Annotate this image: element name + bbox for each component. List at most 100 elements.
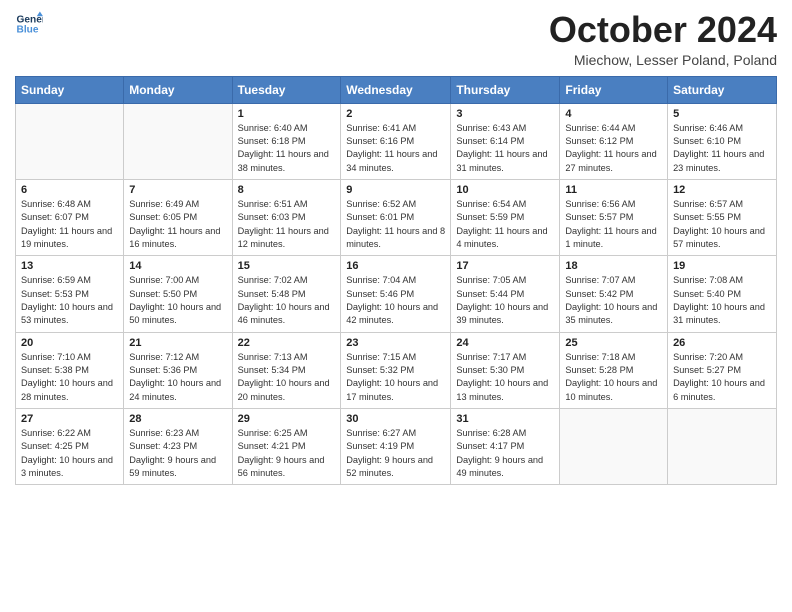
calendar-cell: 1Sunrise: 6:40 AMSunset: 6:18 PMDaylight…	[232, 103, 341, 179]
logo-icon: General Blue	[15, 10, 43, 38]
header: General Blue October 2024 Miechow, Lesse…	[15, 10, 777, 68]
day-info: Sunrise: 7:04 AMSunset: 5:46 PMDaylight:…	[346, 274, 445, 327]
calendar-week-row: 6 Sunrise: 6:48 AMSunset: 6:07 PMDaylight…	[16, 179, 777, 255]
day-info: Sunrise: 6:49 AMSunset: 6:05 PMDaylight:…	[129, 198, 226, 251]
calendar-cell: 28 Sunrise: 6:23 AMSunset: 4:23 PMDayligh…	[124, 409, 232, 485]
day-number: 7	[129, 184, 226, 196]
day-info: Sunrise: 7:20 AMSunset: 5:27 PMDaylight:…	[673, 351, 771, 404]
calendar-cell: 24Sunrise: 7:17 AMSunset: 5:30 PMDayligh…	[451, 332, 560, 408]
logo: General Blue	[15, 10, 43, 38]
calendar-week-row: 27Sunrise: 6:22 AMSunset: 4:25 PMDayligh…	[16, 409, 777, 485]
day-header-sunday: Sunday	[16, 76, 124, 103]
day-info: Sunrise: 6:23 AMSunset: 4:23 PMDaylight:…	[129, 427, 226, 480]
calendar-cell	[124, 103, 232, 179]
calendar-cell: 30Sunrise: 6:27 AMSunset: 4:19 PMDayligh…	[341, 409, 451, 485]
calendar-cell: 16 Sunrise: 7:04 AMSunset: 5:46 PMDayligh…	[341, 256, 451, 332]
day-number: 18	[565, 260, 662, 272]
calendar-cell: 8 Sunrise: 6:51 AMSunset: 6:03 PMDaylight…	[232, 179, 341, 255]
day-header-saturday: Saturday	[668, 76, 777, 103]
day-info: Sunrise: 7:08 AMSunset: 5:40 PMDaylight:…	[673, 274, 771, 327]
calendar-cell	[16, 103, 124, 179]
day-info: Sunrise: 6:27 AMSunset: 4:19 PMDaylight:…	[346, 427, 445, 480]
day-header-monday: Monday	[124, 76, 232, 103]
day-number: 8	[238, 184, 336, 196]
calendar-cell: 21 Sunrise: 7:12 AMSunset: 5:36 PMDayligh…	[124, 332, 232, 408]
day-number: 12	[673, 184, 771, 196]
calendar-cell: 13 Sunrise: 6:59 AMSunset: 5:53 PMDayligh…	[16, 256, 124, 332]
day-number: 22	[238, 337, 336, 349]
calendar-header-row: SundayMondayTuesdayWednesdayThursdayFrid…	[16, 76, 777, 103]
day-header-friday: Friday	[560, 76, 668, 103]
calendar-cell: 4Sunrise: 6:44 AMSunset: 6:12 PMDaylight…	[560, 103, 668, 179]
calendar-cell: 31Sunrise: 6:28 AMSunset: 4:17 PMDayligh…	[451, 409, 560, 485]
calendar-week-row: 20 Sunrise: 7:10 AMSunset: 5:38 PMDayligh…	[16, 332, 777, 408]
day-number: 29	[238, 413, 336, 425]
day-number: 14	[129, 260, 226, 272]
calendar-cell: 15 Sunrise: 7:02 AMSunset: 5:48 PMDayligh…	[232, 256, 341, 332]
day-number: 1	[238, 108, 336, 120]
day-number: 17	[456, 260, 554, 272]
day-number: 5	[673, 108, 771, 120]
day-info: Sunrise: 6:57 AMSunset: 5:55 PMDaylight:…	[673, 198, 771, 251]
day-info: Sunrise: 6:22 AMSunset: 4:25 PMDaylight:…	[21, 427, 118, 480]
page: General Blue October 2024 Miechow, Lesse…	[0, 0, 792, 500]
day-number: 16	[346, 260, 445, 272]
day-info: Sunrise: 6:59 AMSunset: 5:53 PMDaylight:…	[21, 274, 118, 327]
day-number: 2	[346, 108, 445, 120]
calendar-cell: 9Sunrise: 6:52 AMSunset: 6:01 PMDaylight…	[341, 179, 451, 255]
title-block: October 2024 Miechow, Lesser Poland, Pol…	[549, 10, 777, 68]
day-number: 4	[565, 108, 662, 120]
svg-text:Blue: Blue	[17, 25, 39, 36]
day-info: Sunrise: 6:54 AMSunset: 5:59 PMDaylight:…	[456, 198, 554, 251]
day-info: Sunrise: 7:02 AMSunset: 5:48 PMDaylight:…	[238, 274, 336, 327]
day-info: Sunrise: 7:00 AMSunset: 5:50 PMDaylight:…	[129, 274, 226, 327]
calendar-table: SundayMondayTuesdayWednesdayThursdayFrid…	[15, 76, 777, 486]
calendar-cell: 6 Sunrise: 6:48 AMSunset: 6:07 PMDaylight…	[16, 179, 124, 255]
day-number: 26	[673, 337, 771, 349]
calendar-cell: 17Sunrise: 7:05 AMSunset: 5:44 PMDayligh…	[451, 256, 560, 332]
month-title: October 2024	[549, 10, 777, 50]
day-info: Sunrise: 6:56 AMSunset: 5:57 PMDaylight:…	[565, 198, 662, 251]
calendar-cell: 14 Sunrise: 7:00 AMSunset: 5:50 PMDayligh…	[124, 256, 232, 332]
calendar-cell: 12 Sunrise: 6:57 AMSunset: 5:55 PMDayligh…	[668, 179, 777, 255]
calendar-week-row: 1Sunrise: 6:40 AMSunset: 6:18 PMDaylight…	[16, 103, 777, 179]
day-number: 21	[129, 337, 226, 349]
day-info: Sunrise: 7:15 AMSunset: 5:32 PMDaylight:…	[346, 351, 445, 404]
calendar-cell: 5 Sunrise: 6:46 AMSunset: 6:10 PMDaylight…	[668, 103, 777, 179]
day-number: 13	[21, 260, 118, 272]
calendar-cell	[560, 409, 668, 485]
calendar-cell: 23 Sunrise: 7:15 AMSunset: 5:32 PMDayligh…	[341, 332, 451, 408]
day-number: 19	[673, 260, 771, 272]
calendar-cell: 11Sunrise: 6:56 AMSunset: 5:57 PMDayligh…	[560, 179, 668, 255]
calendar-cell: 26 Sunrise: 7:20 AMSunset: 5:27 PMDayligh…	[668, 332, 777, 408]
day-number: 25	[565, 337, 662, 349]
calendar-cell: 3Sunrise: 6:43 AMSunset: 6:14 PMDaylight…	[451, 103, 560, 179]
calendar-cell: 18 Sunrise: 7:07 AMSunset: 5:42 PMDayligh…	[560, 256, 668, 332]
day-header-tuesday: Tuesday	[232, 76, 341, 103]
day-info: Sunrise: 7:12 AMSunset: 5:36 PMDaylight:…	[129, 351, 226, 404]
day-number: 9	[346, 184, 445, 196]
day-number: 3	[456, 108, 554, 120]
calendar-cell: 19 Sunrise: 7:08 AMSunset: 5:40 PMDayligh…	[668, 256, 777, 332]
calendar-week-row: 13 Sunrise: 6:59 AMSunset: 5:53 PMDayligh…	[16, 256, 777, 332]
day-number: 28	[129, 413, 226, 425]
day-header-thursday: Thursday	[451, 76, 560, 103]
day-info: Sunrise: 6:46 AMSunset: 6:10 PMDaylight:…	[673, 122, 771, 175]
day-info: Sunrise: 6:28 AMSunset: 4:17 PMDaylight:…	[456, 427, 554, 480]
day-info: Sunrise: 7:07 AMSunset: 5:42 PMDaylight:…	[565, 274, 662, 327]
day-info: Sunrise: 6:48 AMSunset: 6:07 PMDaylight:…	[21, 198, 118, 251]
calendar-cell: 10Sunrise: 6:54 AMSunset: 5:59 PMDayligh…	[451, 179, 560, 255]
day-number: 15	[238, 260, 336, 272]
day-info: Sunrise: 7:18 AMSunset: 5:28 PMDaylight:…	[565, 351, 662, 404]
calendar-cell: 29 Sunrise: 6:25 AMSunset: 4:21 PMDayligh…	[232, 409, 341, 485]
calendar-cell: 25 Sunrise: 7:18 AMSunset: 5:28 PMDayligh…	[560, 332, 668, 408]
day-info: Sunrise: 6:25 AMSunset: 4:21 PMDaylight:…	[238, 427, 336, 480]
day-info: Sunrise: 7:10 AMSunset: 5:38 PMDaylight:…	[21, 351, 118, 404]
day-number: 6	[21, 184, 118, 196]
day-number: 23	[346, 337, 445, 349]
day-number: 20	[21, 337, 118, 349]
day-info: Sunrise: 6:51 AMSunset: 6:03 PMDaylight:…	[238, 198, 336, 251]
day-info: Sunrise: 7:17 AMSunset: 5:30 PMDaylight:…	[456, 351, 554, 404]
calendar-cell: 2Sunrise: 6:41 AMSunset: 6:16 PMDaylight…	[341, 103, 451, 179]
day-header-wednesday: Wednesday	[341, 76, 451, 103]
